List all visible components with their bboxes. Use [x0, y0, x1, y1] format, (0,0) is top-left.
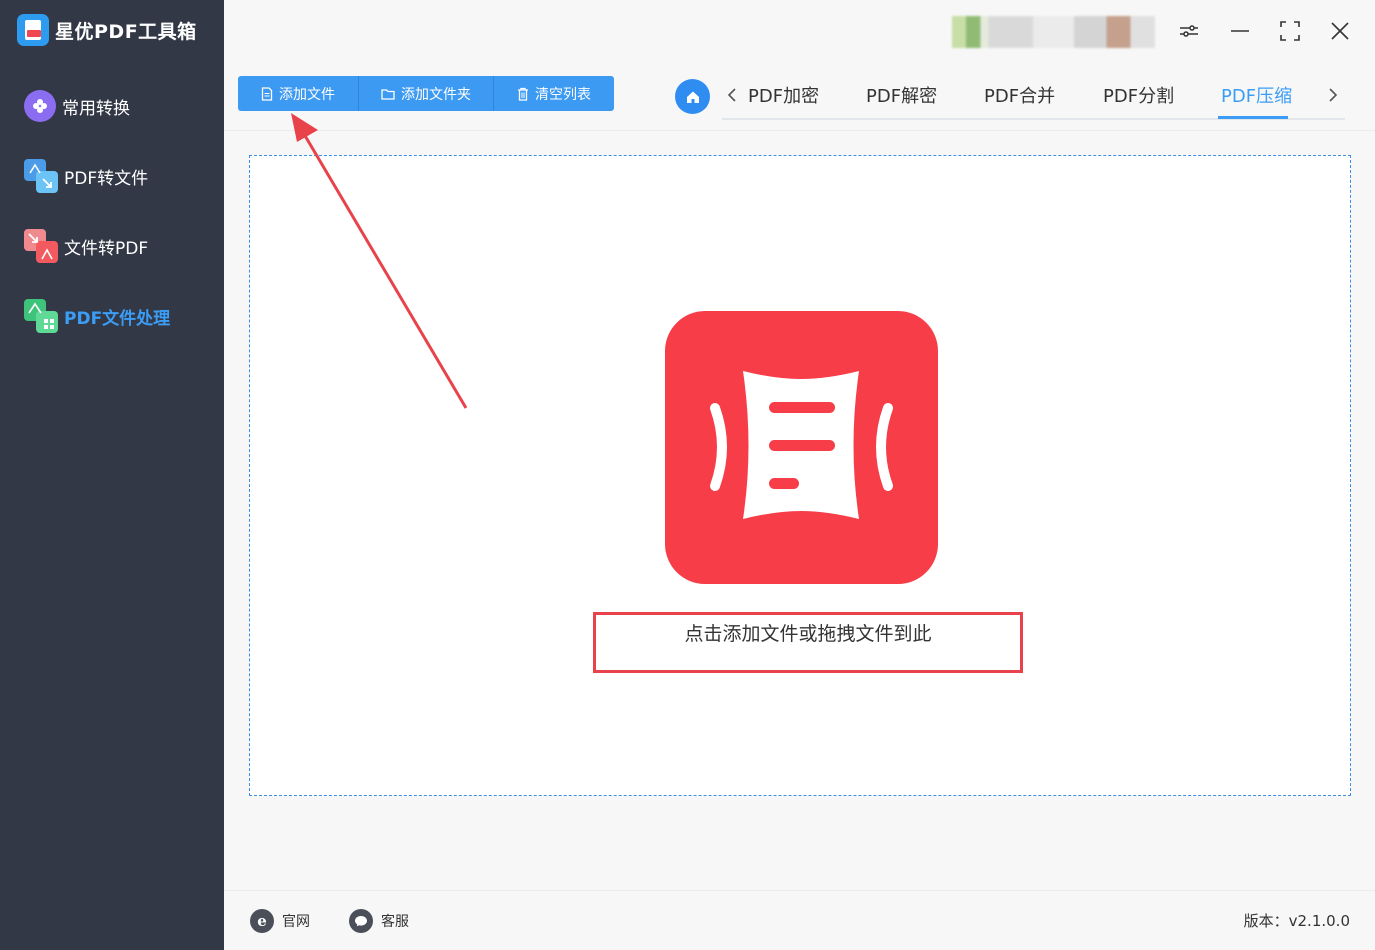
sidebar-item-file-to-pdf[interactable]: 文件转PDF [24, 228, 148, 264]
pdf-to-file-icon [24, 159, 58, 193]
footer-bar: e 官网 客服 版本：v2.1.0.0 [224, 890, 1375, 950]
pdf-logo-icon [17, 14, 49, 46]
user-avatar[interactable] [952, 16, 1155, 48]
settings-sliders-icon[interactable] [1176, 18, 1202, 44]
support-link[interactable]: 客服 [349, 909, 409, 933]
toolbar: 添加文件 添加文件夹 清空列表 [238, 76, 614, 111]
maximize-icon[interactable] [1277, 18, 1303, 44]
sidebar-item-pdf-to-file[interactable]: PDF转文件 [24, 158, 148, 194]
active-tab-indicator [1218, 116, 1288, 119]
minimize-icon[interactable] [1227, 18, 1253, 44]
file-to-pdf-icon [24, 229, 58, 263]
chevron-right-icon [1329, 88, 1338, 102]
sidebar-item-label: PDF文件处理 [64, 308, 171, 329]
tab-pdf-merge[interactable]: PDF合并 [984, 82, 1055, 108]
sidebar-item-label: PDF转文件 [64, 168, 149, 189]
add-folder-label: 添加文件夹 [401, 86, 471, 103]
folder-icon [381, 88, 395, 100]
brand: 星优PDF工具箱 [17, 14, 197, 46]
pdf-process-icon [24, 299, 58, 333]
file-icon [261, 86, 273, 101]
clear-list-button[interactable]: 清空列表 [494, 76, 614, 111]
sidebar-item-label: 常用转换 [62, 98, 130, 119]
home-button[interactable] [675, 79, 710, 114]
header-divider [224, 130, 1375, 131]
close-icon[interactable] [1327, 18, 1353, 44]
sidebar: 星优PDF工具箱 常用转换 PDF转文件 文件转PDF PDF文件处理 [0, 0, 224, 950]
tab-scroll-right[interactable] [1323, 83, 1343, 107]
website-link[interactable]: e 官网 [250, 909, 310, 933]
drop-hint[interactable]: 点击添加文件或拖拽文件到此 [593, 612, 1023, 673]
tab-scroll-left[interactable] [722, 83, 742, 107]
tab-pdf-encrypt[interactable]: PDF加密 [748, 82, 819, 108]
sidebar-item-pdf-process[interactable]: PDF文件处理 [24, 298, 170, 334]
pdf-compress-icon[interactable] [665, 311, 938, 584]
sidebar-item-common-convert[interactable]: 常用转换 [24, 88, 130, 124]
add-folder-button[interactable]: 添加文件夹 [359, 76, 494, 111]
trash-icon [518, 87, 528, 101]
sidebar-item-label: 文件转PDF [64, 238, 149, 259]
chat-bubble-icon [349, 909, 373, 933]
flower-icon [24, 90, 56, 122]
tab-pdf-decrypt[interactable]: PDF解密 [866, 82, 937, 108]
home-icon [686, 91, 699, 103]
tab-pdf-compress[interactable]: PDF压缩 [1221, 82, 1292, 108]
ie-browser-icon: e [250, 909, 274, 933]
website-label: 官网 [282, 914, 310, 930]
tab-pdf-split[interactable]: PDF分割 [1103, 82, 1174, 108]
app-title: 星优PDF工具箱 [55, 20, 197, 43]
version-label: 版本：v2.1.0.0 [1243, 912, 1350, 930]
clear-list-label: 清空列表 [535, 86, 591, 103]
chevron-left-icon [727, 88, 736, 102]
add-file-button[interactable]: 添加文件 [238, 76, 359, 111]
support-label: 客服 [381, 914, 409, 930]
add-file-label: 添加文件 [279, 86, 335, 103]
